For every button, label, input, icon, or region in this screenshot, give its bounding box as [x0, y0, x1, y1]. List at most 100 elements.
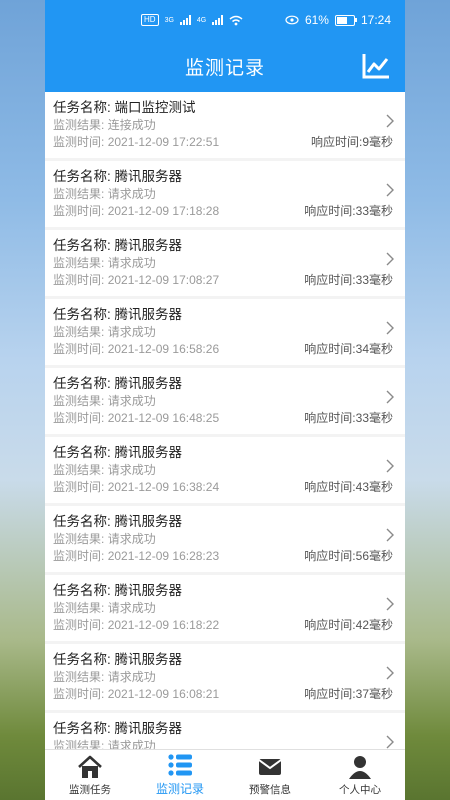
status-bar: HD 3G 4G 61% 17:24: [45, 0, 405, 40]
result-label: 监测结果:: [53, 601, 105, 615]
result-row: 监测结果: 请求成功: [53, 531, 395, 547]
network-4g-label: 4G: [196, 16, 207, 24]
chevron-right-icon: [385, 459, 395, 473]
app-window: HD 3G 4G 61% 17:24 监测记录 任务名称: 端口监控测试 监测结…: [45, 0, 405, 800]
task-name-row: 任务名称: 腾讯服务器: [53, 512, 395, 531]
nav-item-home[interactable]: 监测任务: [45, 750, 135, 800]
chevron-right-icon: [385, 735, 395, 749]
time-label: 监测时间:: [53, 549, 105, 563]
record-item[interactable]: 任务名称: 腾讯服务器 监测结果: 请求成功 监测时间: 2021-12-09 …: [45, 161, 405, 227]
task-name-row: 任务名称: 腾讯服务器: [53, 374, 395, 393]
chevron-right-icon: [385, 528, 395, 542]
result-value: 请求成功: [107, 187, 156, 201]
status-left: HD 3G 4G: [141, 14, 243, 26]
nav-item-mail[interactable]: 预警信息: [225, 750, 315, 800]
response-value: 42毫秒: [355, 618, 393, 632]
result-row: 监测结果: 请求成功: [53, 324, 395, 340]
mail-icon: [257, 754, 283, 780]
nav-label: 个人中心: [339, 784, 381, 796]
response-label: 响应时间:: [304, 411, 356, 425]
result-value: 连接成功: [107, 118, 156, 132]
task-name-value: 腾讯服务器: [114, 583, 183, 598]
task-name-row: 任务名称: 腾讯服务器: [53, 581, 395, 600]
wifi-icon: [229, 15, 243, 25]
response-label: 响应时间:: [304, 342, 356, 356]
status-right: 61% 17:24: [285, 13, 391, 27]
nav-item-user[interactable]: 个人中心: [315, 750, 405, 800]
response-label: 响应时间:: [304, 204, 356, 218]
response-label: 响应时间:: [304, 549, 356, 563]
background-left: [0, 0, 45, 800]
task-name-value: 腾讯服务器: [114, 238, 183, 253]
record-item[interactable]: 任务名称: 腾讯服务器 监测结果: 请求成功 监测时间: 2021-12-09 …: [45, 575, 405, 641]
result-value: 请求成功: [107, 394, 156, 408]
response-value: 9毫秒: [362, 135, 393, 149]
signal-icon-2: [212, 15, 224, 25]
response-label: 响应时间:: [304, 687, 356, 701]
record-list[interactable]: 任务名称: 端口监控测试 监测结果: 连接成功 监测时间: 2021-12-09…: [45, 92, 405, 750]
hd-badge: HD: [141, 14, 159, 26]
time-label: 监测时间:: [53, 618, 105, 632]
response-label: 响应时间:: [304, 618, 356, 632]
time-row: 监测时间: 2021-12-09 16:48:25 响应时间:33毫秒: [53, 409, 395, 427]
line-chart-icon[interactable]: [361, 52, 391, 80]
record-item[interactable]: 任务名称: 腾讯服务器 监测结果: 请求成功 监测时间: 2021-12-09 …: [45, 506, 405, 572]
nav-label: 监测记录: [155, 782, 204, 796]
record-item[interactable]: 任务名称: 腾讯服务器 监测结果: 请求成功 监测时间: 2021-12-09 …: [45, 644, 405, 710]
task-name-value: 腾讯服务器: [114, 307, 183, 322]
record-item[interactable]: 任务名称: 腾讯服务器 监测结果: 请求成功 监测时间: 2021-12-09 …: [45, 299, 405, 365]
time-row: 监测时间: 2021-12-09 17:18:28 响应时间:33毫秒: [53, 202, 395, 220]
task-name-value: 腾讯服务器: [114, 445, 183, 460]
user-icon: [347, 754, 373, 780]
task-name-row: 任务名称: 腾讯服务器: [53, 236, 395, 255]
nav-label: 预警信息: [249, 784, 291, 796]
record-item[interactable]: 任务名称: 腾讯服务器 监测结果: 请求成功 监测时间: 响应时间:: [45, 713, 405, 750]
result-label: 监测结果:: [53, 463, 105, 477]
result-label: 监测结果:: [53, 187, 105, 201]
time-value: 2021-12-09 16:18:22: [107, 618, 220, 632]
eye-icon: [285, 15, 299, 25]
time-label: 监测时间:: [53, 273, 105, 287]
task-name-row: 任务名称: 腾讯服务器: [53, 650, 395, 669]
signal-icon: [179, 15, 191, 25]
task-name-row: 任务名称: 端口监控测试: [53, 98, 395, 117]
result-label: 监测结果:: [53, 325, 105, 339]
result-row: 监测结果: 连接成功: [53, 117, 395, 133]
task-name-value: 腾讯服务器: [114, 721, 183, 736]
record-item[interactable]: 任务名称: 腾讯服务器 监测结果: 请求成功 监测时间: 2021-12-09 …: [45, 230, 405, 296]
record-item[interactable]: 任务名称: 腾讯服务器 监测结果: 请求成功 监测时间: 2021-12-09 …: [45, 368, 405, 434]
time-row: 监测时间: 2021-12-09 16:28:23 响应时间:56毫秒: [53, 547, 395, 565]
response-value: 56毫秒: [355, 549, 393, 563]
time-row: 监测时间: 2021-12-09 16:58:26 响应时间:34毫秒: [53, 340, 395, 358]
response-value: 33毫秒: [355, 204, 393, 218]
result-value: 请求成功: [107, 256, 156, 270]
task-name-label: 任务名称:: [53, 721, 111, 736]
response-value: 43毫秒: [355, 480, 393, 494]
time-value: 2021-12-09 16:08:21: [107, 687, 220, 701]
result-label: 监测结果:: [53, 532, 105, 546]
task-name-row: 任务名称: 腾讯服务器: [53, 719, 395, 738]
time-row: 监测时间: 2021-12-09 16:08:21 响应时间:37毫秒: [53, 685, 395, 703]
time-row: 监测时间: 2021-12-09 16:18:22 响应时间:42毫秒: [53, 616, 395, 634]
task-name-label: 任务名称:: [53, 514, 111, 529]
nav-item-list[interactable]: 监测记录: [135, 750, 225, 800]
time-label: 监测时间:: [53, 204, 105, 218]
page-title: 监测记录: [184, 57, 265, 79]
chevron-right-icon: [385, 390, 395, 404]
result-label: 监测结果:: [53, 118, 105, 132]
time-row: 监测时间: 2021-12-09 16:38:24 响应时间:43毫秒: [53, 478, 395, 496]
result-label: 监测结果:: [53, 256, 105, 270]
result-label: 监测结果:: [53, 670, 105, 684]
response-value: 33毫秒: [355, 273, 393, 287]
response-label: 响应时间:: [310, 135, 363, 149]
time-label: 监测时间:: [53, 480, 105, 494]
task-name-value: 腾讯服务器: [114, 376, 183, 391]
chevron-right-icon: [385, 114, 395, 128]
task-name-label: 任务名称:: [53, 169, 111, 184]
task-name-label: 任务名称:: [53, 376, 111, 391]
task-name-value: 腾讯服务器: [114, 169, 183, 184]
chevron-right-icon: [385, 666, 395, 680]
chevron-right-icon: [385, 252, 395, 266]
record-item[interactable]: 任务名称: 端口监控测试 监测结果: 连接成功 监测时间: 2021-12-09…: [45, 92, 405, 158]
record-item[interactable]: 任务名称: 腾讯服务器 监测结果: 请求成功 监测时间: 2021-12-09 …: [45, 437, 405, 503]
